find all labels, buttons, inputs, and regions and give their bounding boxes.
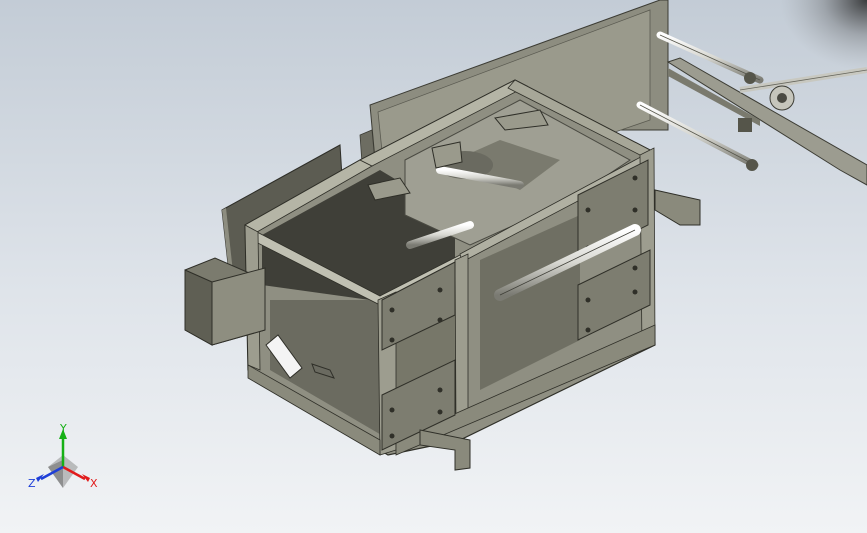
- assembly-model[interactable]: Y X Z: [0, 0, 867, 533]
- left-housing: [184, 257, 266, 346]
- y-axis-label: Y: [59, 422, 67, 435]
- xyz-triad-icon[interactable]: Y X Z: [28, 422, 98, 490]
- x-axis-label: X: [90, 477, 98, 490]
- viewport-corner-shadow: [780, 0, 867, 70]
- z-axis-label: Z: [28, 477, 36, 490]
- cad-viewport[interactable]: Y X Z: [0, 0, 867, 533]
